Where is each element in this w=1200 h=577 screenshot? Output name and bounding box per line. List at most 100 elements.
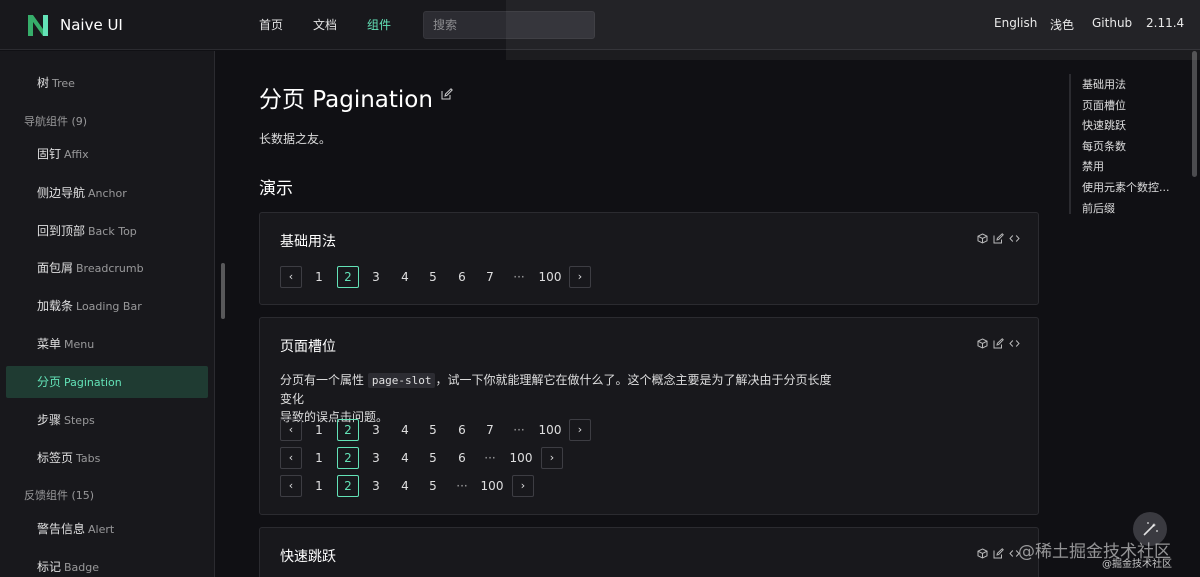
sidebar-item-label: 警告信息 — [37, 522, 86, 536]
sidebar-item-en-label: Alert — [88, 523, 115, 536]
watermark: @掘金技术社区 — [1102, 559, 1172, 570]
page-item[interactable]: 3 — [365, 475, 387, 497]
sidebar-item-badge[interactable]: 标记 Badge — [6, 551, 208, 577]
sidebar-item-label: 标签页 — [37, 451, 74, 465]
sidebar-item-label: 步骤 — [37, 413, 62, 427]
sidebar-item-label: 分页 — [37, 375, 62, 389]
sidebar-item-en-label: Affix — [64, 148, 89, 161]
prev-page-button[interactable]: ‹ — [280, 266, 302, 288]
page-item[interactable]: 4 — [394, 475, 416, 497]
next-page-button[interactable]: › — [569, 266, 591, 288]
card-description: 分页有一个属性 page-slot ，试一下你就能理解它在做什么了。这个概念主要是… — [280, 371, 840, 426]
toc-item[interactable]: 前后缀 — [1082, 200, 1115, 216]
code-icon[interactable] — [1009, 338, 1020, 349]
next-page-button[interactable]: › — [569, 419, 591, 441]
page-item[interactable]: 6 — [451, 447, 473, 469]
page-item[interactable]: 6 — [451, 266, 473, 288]
code-icon[interactable] — [1009, 233, 1020, 244]
prev-page-button[interactable]: ‹ — [280, 475, 302, 497]
page-ellipsis[interactable]: ··· — [479, 447, 501, 469]
edit-icon[interactable] — [993, 233, 1004, 244]
sidebar-item-label: 固钉 — [37, 147, 62, 161]
code-snippet: page-slot — [367, 373, 436, 388]
prev-page-button[interactable]: ‹ — [280, 419, 302, 441]
page-item[interactable]: 7 — [479, 266, 501, 288]
page-item[interactable]: 5 — [422, 266, 444, 288]
sidebar-item-tabs[interactable]: 标签页 Tabs — [6, 442, 208, 474]
page-item[interactable]: 4 — [394, 266, 416, 288]
toc-item[interactable]: 使用元素个数控... — [1082, 179, 1170, 195]
page-item[interactable]: 1 — [308, 419, 330, 441]
page-item[interactable]: 1 — [308, 447, 330, 469]
naive-ui-logo-icon[interactable] — [26, 12, 50, 38]
page-item[interactable]: 5 — [422, 475, 444, 497]
edit-icon[interactable] — [441, 88, 453, 100]
sidebar-item-menu[interactable]: 菜单 Menu — [6, 328, 208, 360]
page-item[interactable]: 5 — [422, 447, 444, 469]
page-item-current[interactable]: 2 — [337, 266, 359, 288]
page-item[interactable]: 1 — [308, 266, 330, 288]
page-ellipsis[interactable]: ··· — [508, 419, 530, 441]
page-item[interactable]: 6 — [451, 419, 473, 441]
page-item[interactable]: 100 — [479, 475, 505, 497]
sidebar-item-en-label: Breadcrumb — [76, 262, 144, 275]
toc-item[interactable]: 页面槽位 — [1082, 97, 1126, 113]
page-ellipsis[interactable]: ··· — [508, 266, 530, 288]
toc-item[interactable]: 快速跳跃 — [1082, 117, 1126, 133]
page-ellipsis[interactable]: ··· — [451, 475, 473, 497]
toc-rail — [1069, 74, 1071, 214]
page-item-current[interactable]: 2 — [337, 447, 359, 469]
page-item[interactable]: 100 — [537, 266, 563, 288]
page-item-current[interactable]: 2 — [337, 475, 359, 497]
page-scrollbar[interactable] — [1192, 51, 1197, 177]
prev-page-button[interactable]: ‹ — [280, 447, 302, 469]
sidebar-item-en-label: Loading Bar — [76, 300, 142, 313]
nav-home[interactable]: 首页 — [259, 16, 283, 33]
brand-name[interactable]: Naive UI — [60, 16, 123, 34]
page-item[interactable]: 7 — [479, 419, 501, 441]
sidebar-scrollbar[interactable] — [221, 263, 225, 319]
card-tools — [977, 233, 1020, 244]
page-item[interactable]: 100 — [537, 419, 563, 441]
codesandbox-icon[interactable] — [977, 233, 988, 244]
sidebar-item-label: 菜单 — [37, 337, 62, 351]
card-title: 快速跳跃 — [280, 549, 336, 565]
sidebar-item-breadcrumb[interactable]: 面包屑 Breadcrumb — [6, 252, 208, 284]
nav-components[interactable]: 组件 — [367, 16, 391, 33]
sidebar-item-anchor[interactable]: 侧边导航 Anchor — [6, 177, 208, 209]
page-item[interactable]: 4 — [394, 419, 416, 441]
page-item[interactable]: 3 — [365, 447, 387, 469]
sidebar-group-navigation: 导航组件 (9) — [24, 115, 88, 128]
page-item[interactable]: 5 — [422, 419, 444, 441]
demo-card-quick-jumper: 快速跳跃 — [259, 527, 1039, 577]
sidebar-item-en-label: Badge — [64, 561, 100, 574]
codesandbox-icon[interactable] — [977, 338, 988, 349]
sidebar-item-tree[interactable]: 树 Tree — [6, 67, 208, 99]
page-item[interactable]: 100 — [508, 447, 534, 469]
sidebar-item-en-label: Pagination — [64, 376, 122, 389]
edit-icon[interactable] — [993, 548, 1004, 559]
sidebar-item-label: 面包屑 — [37, 261, 74, 275]
edit-icon[interactable] — [993, 338, 1004, 349]
toc-item[interactable]: 禁用 — [1082, 158, 1104, 174]
page-item-current[interactable]: 2 — [337, 419, 359, 441]
demo-card-basic: 基础用法 ‹ 1 2 3 4 5 6 7 ··· 100 › — [259, 212, 1039, 305]
toc-item[interactable]: 每页条数 — [1082, 138, 1126, 154]
sidebar-item-affix[interactable]: 固钉 Affix — [6, 138, 208, 170]
sidebar-item-alert[interactable]: 警告信息 Alert — [6, 513, 208, 545]
sidebar-item-en-label: Back Top — [88, 225, 137, 238]
nav-docs[interactable]: 文档 — [313, 16, 337, 33]
sidebar-item-steps[interactable]: 步骤 Steps — [6, 404, 208, 436]
page-item[interactable]: 4 — [394, 447, 416, 469]
next-page-button[interactable]: › — [512, 475, 534, 497]
next-page-button[interactable]: › — [541, 447, 563, 469]
codesandbox-icon[interactable] — [977, 548, 988, 559]
page-item[interactable]: 3 — [365, 419, 387, 441]
page-item[interactable]: 3 — [365, 266, 387, 288]
sidebar-item-loading-bar[interactable]: 加载条 Loading Bar — [6, 290, 208, 322]
sidebar-item-back-top[interactable]: 回到顶部 Back Top — [6, 215, 208, 247]
page-item[interactable]: 1 — [308, 475, 330, 497]
sidebar-item-pagination[interactable]: 分页 Pagination — [6, 366, 208, 398]
toc-item[interactable]: 基础用法 — [1082, 76, 1126, 92]
sidebar-item-en-label: Anchor — [88, 187, 127, 200]
